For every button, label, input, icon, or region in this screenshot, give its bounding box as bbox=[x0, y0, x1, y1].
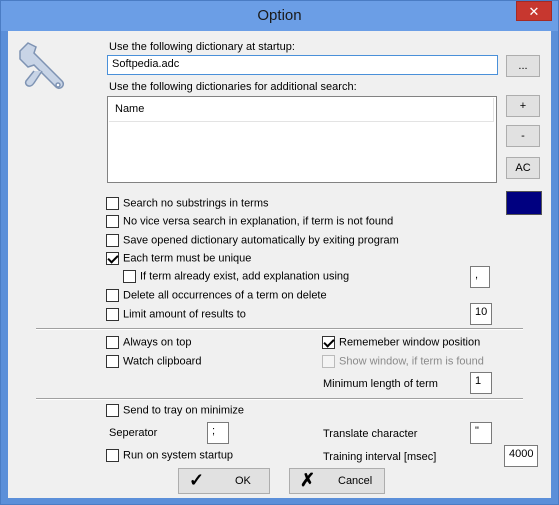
term-exists-checkbox[interactable]: If term already exist, add explanation u… bbox=[123, 270, 349, 286]
delete-all-checkbox[interactable]: Delete all occurrences of a term on dele… bbox=[106, 289, 327, 305]
always-on-top-checkbox[interactable]: Always on top bbox=[106, 336, 191, 352]
browse-button[interactable]: ... bbox=[506, 55, 540, 77]
ac-button[interactable]: AC bbox=[506, 157, 540, 179]
send-to-tray-checkbox[interactable]: Send to tray on minimize bbox=[106, 404, 244, 420]
color-swatch[interactable] bbox=[506, 191, 542, 215]
checkbox-box[interactable] bbox=[106, 289, 119, 302]
watch-clipboard-checkbox[interactable]: Watch clipboard bbox=[106, 355, 201, 371]
checkbox-box[interactable] bbox=[106, 234, 119, 247]
cancel-button[interactable]: ✗ Cancel bbox=[289, 468, 385, 494]
limit-results-input[interactable]: 10 bbox=[470, 303, 492, 325]
checkmark-icon: ✓ bbox=[189, 470, 205, 490]
remember-position-checkbox[interactable]: Rememeber window position bbox=[322, 336, 480, 352]
dialog-body: Use the following dictionary at startup:… bbox=[8, 31, 551, 498]
min-length-input[interactable]: 1 bbox=[470, 372, 492, 394]
checkbox-box[interactable] bbox=[106, 215, 119, 228]
additional-dictionaries-label: Use the following dictionaries for addit… bbox=[109, 81, 357, 93]
startup-dictionary-label: Use the following dictionary at startup: bbox=[109, 41, 295, 53]
checkbox-box[interactable] bbox=[106, 404, 119, 417]
title-bar[interactable]: Option ✕ bbox=[1, 1, 558, 31]
limit-results-checkbox[interactable]: Limit amount of results to bbox=[106, 308, 246, 324]
save-opened-checkbox[interactable]: Save opened dictionary automatically by … bbox=[106, 234, 399, 250]
translate-character-label: Translate character bbox=[323, 428, 418, 440]
term-unique-checkbox[interactable]: Each term must be unique bbox=[106, 252, 251, 268]
checkbox-box[interactable] bbox=[106, 197, 119, 210]
checkbox-box[interactable] bbox=[322, 336, 335, 349]
dictionary-list[interactable]: Name bbox=[107, 96, 497, 183]
term-exists-separator-input[interactable]: , bbox=[470, 266, 490, 288]
separator-label: Seperator bbox=[109, 427, 158, 439]
search-substrings-checkbox[interactable]: Search no substrings in terms bbox=[106, 197, 269, 213]
list-column-name[interactable]: Name bbox=[109, 98, 494, 122]
separator-line bbox=[36, 328, 523, 330]
startup-dictionary-input[interactable]: Softpedia.adc bbox=[107, 55, 498, 75]
checkbox-box[interactable] bbox=[106, 449, 119, 462]
training-interval-label: Training interval [msec] bbox=[323, 451, 437, 463]
checkbox-box[interactable] bbox=[123, 270, 136, 283]
no-vice-versa-checkbox[interactable]: No vice versa search in explanation, if … bbox=[106, 215, 393, 231]
checkbox-box[interactable] bbox=[106, 336, 119, 349]
training-interval-input[interactable]: 4000 bbox=[504, 445, 538, 467]
translate-character-input[interactable]: " bbox=[470, 422, 492, 444]
wrench-icon bbox=[19, 42, 65, 90]
run-startup-checkbox[interactable]: Run on system startup bbox=[106, 449, 233, 465]
checkbox-box[interactable] bbox=[106, 308, 119, 321]
min-length-label: Minimum length of term bbox=[323, 378, 438, 390]
x-icon: ✗ bbox=[300, 470, 316, 490]
option-window: Option ✕ Use the following dictionary at… bbox=[0, 0, 559, 505]
checkbox-box[interactable] bbox=[106, 252, 119, 265]
add-dictionary-button[interactable]: + bbox=[506, 95, 540, 117]
remove-dictionary-button[interactable]: - bbox=[506, 125, 540, 147]
window-title: Option bbox=[257, 7, 302, 24]
close-button[interactable]: ✕ bbox=[516, 1, 552, 21]
separator-input[interactable]: ; bbox=[207, 422, 229, 444]
separator-line bbox=[36, 398, 523, 400]
checkbox-box[interactable] bbox=[106, 355, 119, 368]
checkbox-box[interactable] bbox=[322, 355, 335, 368]
ok-button[interactable]: ✓ OK bbox=[178, 468, 270, 494]
show-window-checkbox[interactable]: Show window, if term is found bbox=[322, 355, 484, 371]
